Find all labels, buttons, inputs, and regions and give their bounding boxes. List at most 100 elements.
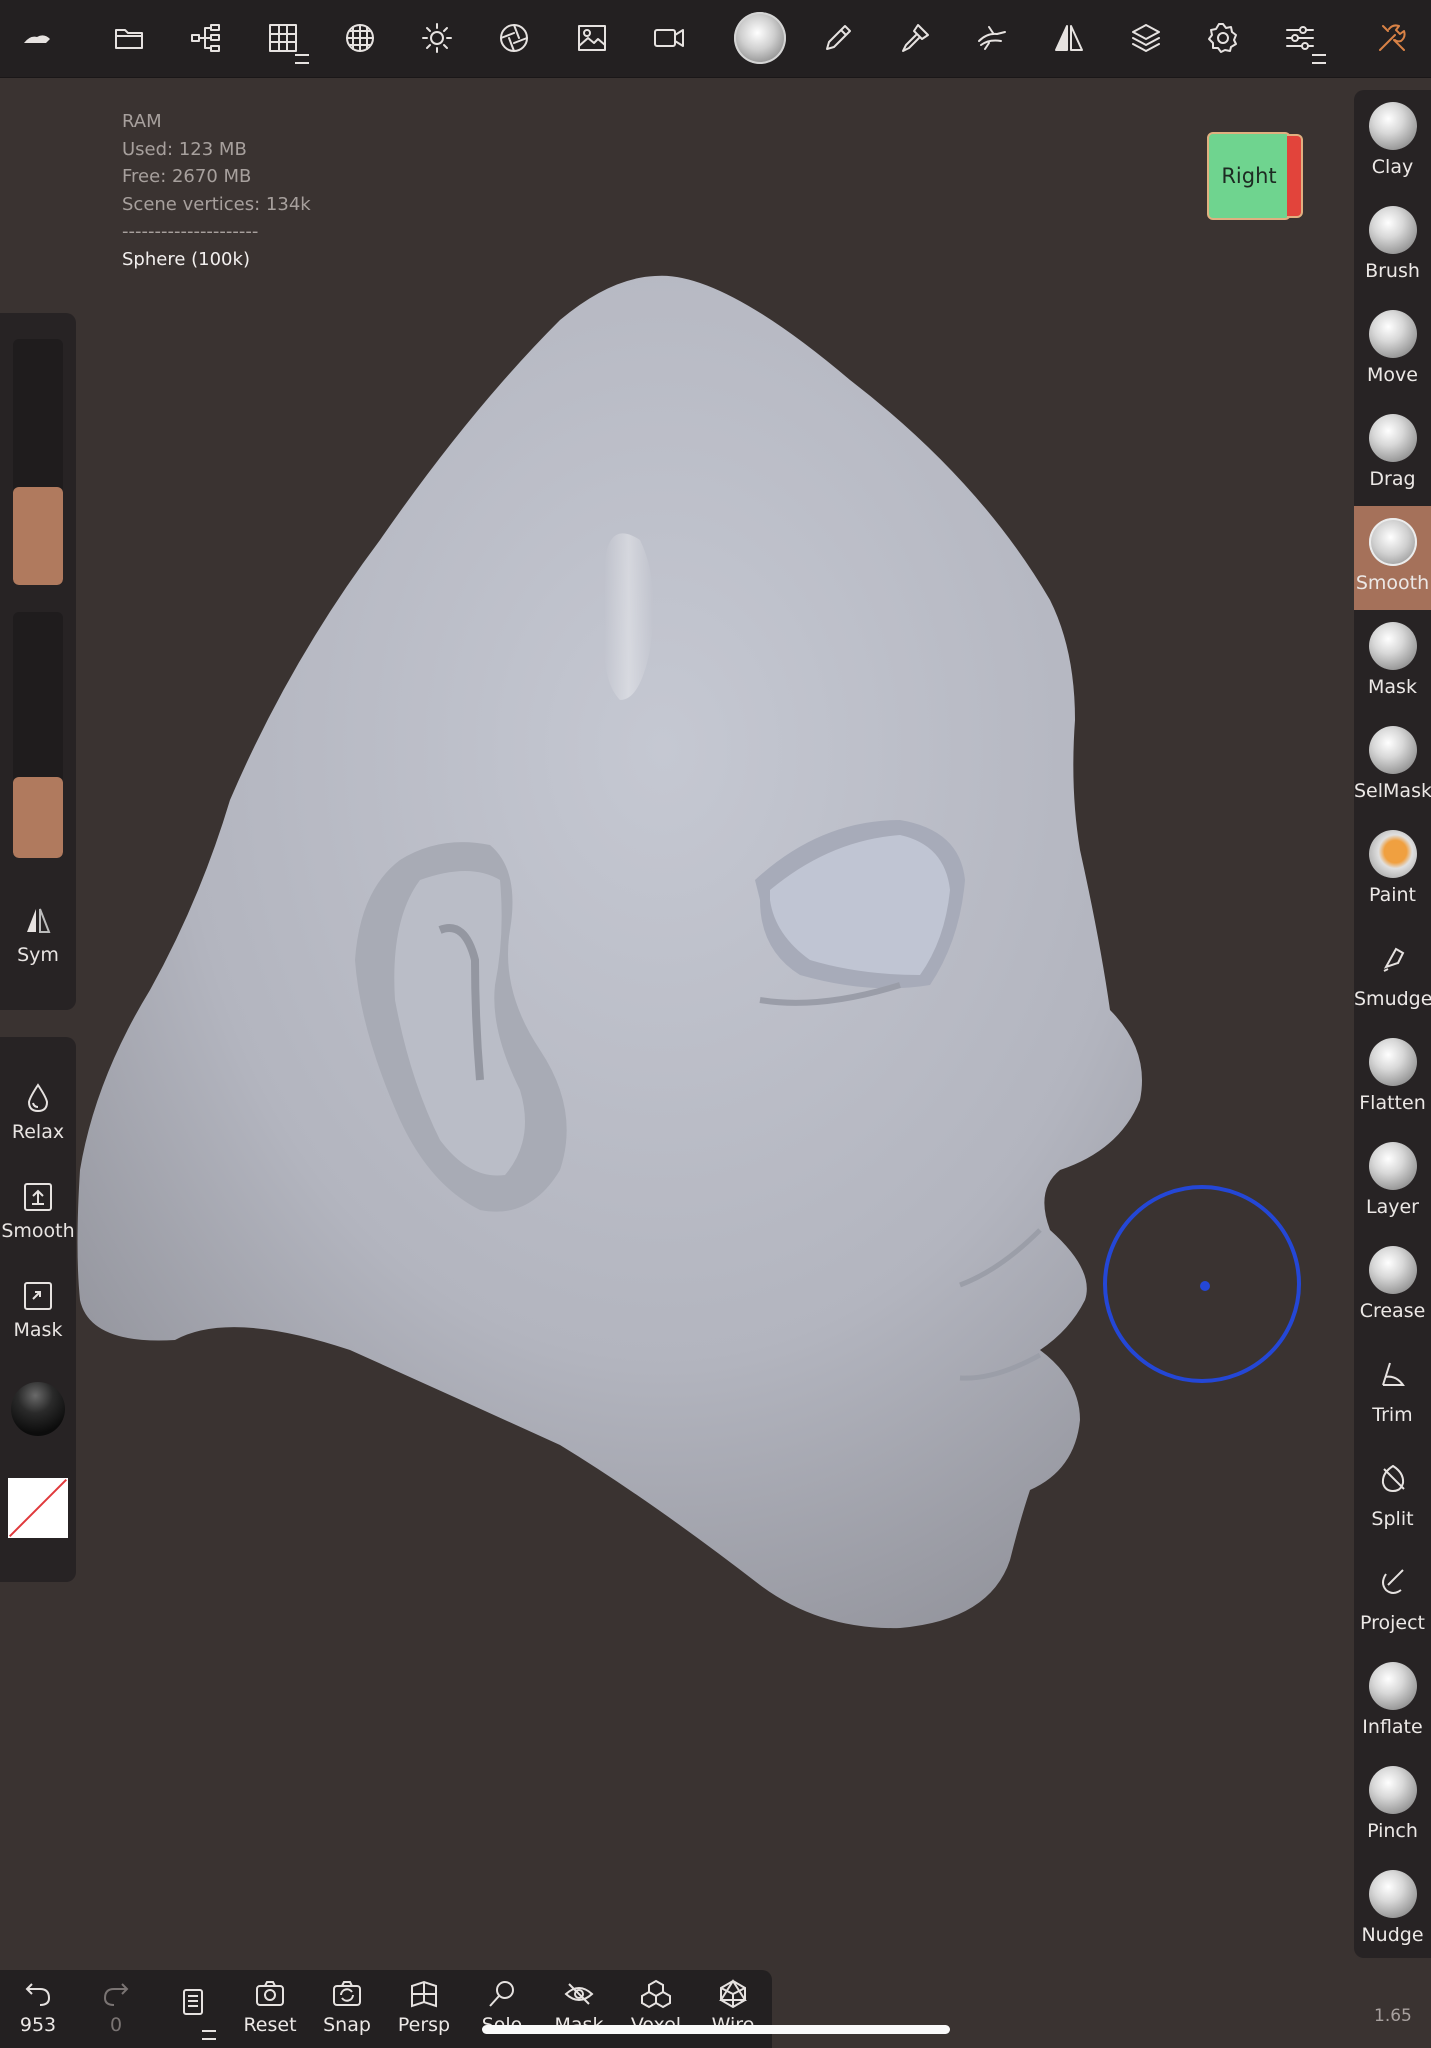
tool-mask[interactable]: Mask [1354,610,1431,714]
tool-label: Inflate [1362,1716,1423,1738]
radius-slider[interactable] [13,339,63,585]
tools-icon[interactable] [1364,10,1420,66]
reset-camera-button[interactable]: Reset [235,1978,305,2036]
3d-viewport[interactable]: RAM Used: 123 MB Free: 2670 MB Scene ver… [0,78,1355,1970]
tool-smooth[interactable]: Smooth [1354,506,1431,610]
symmetry-toggle[interactable]: Sym [0,904,76,966]
paint-icon [1368,830,1417,878]
view-cube-side[interactable] [1287,134,1303,218]
zoom-value: 1.65 [1374,2006,1412,2026]
tool-trim[interactable]: Trim [1354,1338,1431,1442]
symmetry-label: Sym [17,944,59,966]
ram-label: RAM [122,111,162,132]
tool-label: Flatten [1359,1092,1426,1114]
separator-line: --------------------- [122,221,259,242]
logo-icon[interactable] [9,10,65,66]
magnifier-icon [489,1981,514,2007]
tool-label: Layer [1366,1196,1419,1218]
scene-tree-icon[interactable] [178,10,234,66]
droplet-icon [27,1083,49,1113]
tool-selmask[interactable]: SelMask [1354,714,1431,818]
matcap-icon[interactable] [732,10,788,66]
tool-pinch[interactable]: Pinch [1354,1754,1431,1858]
camera-reset-icon [256,1981,284,2006]
relax-button[interactable]: Relax [0,1081,76,1143]
move-icon [1368,310,1417,358]
intensity-slider[interactable] [13,612,63,858]
tool-brush[interactable]: Brush [1354,194,1431,298]
tool-project[interactable]: Project [1354,1546,1431,1650]
material-matcap-button[interactable] [11,1382,65,1436]
tool-label: Trim [1372,1404,1413,1426]
tool-layer[interactable]: Layer [1354,1130,1431,1234]
eye-slash-icon [564,1983,594,2005]
sun-icon[interactable] [409,10,465,66]
radius-slider-fill [13,486,63,585]
app-window: RAM Used: 123 MB Free: 2670 MB Scene ver… [0,0,1431,2048]
history-button[interactable] [158,1986,228,2040]
smooth-icon [1368,518,1417,566]
tool-crease[interactable]: Crease [1354,1234,1431,1338]
tool-label: Crease [1359,1300,1426,1322]
tool-move[interactable]: Move [1354,298,1431,402]
split-icon [1369,1454,1417,1502]
inflate-icon [1368,1662,1417,1710]
undo-button[interactable]: 953 [3,1978,73,2036]
perspective-icon [411,1980,437,2008]
tool-label: Smooth [1355,572,1430,594]
mask-button[interactable]: Mask [0,1279,76,1341]
paint-brush-icon[interactable] [887,10,943,66]
intensity-slider-fill [13,776,63,858]
redo-button[interactable]: 0 [81,1978,151,2036]
selected-object-name[interactable]: Sphere (100k) [122,246,311,274]
folder-icon[interactable] [101,10,157,66]
tool-flatten[interactable]: Flatten [1354,1026,1431,1130]
wireframe-sphere-icon[interactable] [332,10,388,66]
relax-label: Relax [11,1121,65,1143]
video-camera-icon[interactable] [641,10,697,66]
hand-tool-icon[interactable] [964,10,1020,66]
mask-label: Mask [13,1319,63,1341]
clay-icon [1368,102,1417,150]
flatten-icon [1368,1038,1417,1086]
tool-inflate[interactable]: Inflate [1354,1650,1431,1754]
perspective-button[interactable]: Persp [389,1978,459,2036]
view-cube[interactable]: Right [1207,130,1303,220]
aperture-icon[interactable] [486,10,542,66]
settings-gear-icon[interactable] [1195,10,1251,66]
sliders-icon[interactable] [1272,10,1328,66]
tool-label: Pinch [1367,1820,1418,1842]
redo-icon [103,1983,129,2006]
tool-clay[interactable]: Clay [1354,90,1431,194]
pen-icon[interactable] [810,10,866,66]
tool-label: Mask [1368,676,1417,698]
undo-count: 953 [19,2014,57,2036]
bottom-toolbar: 953 0 Reset Snap Persp Solo Mask [0,1970,772,2048]
tool-label: Paint [1368,884,1417,906]
layers-icon[interactable] [1118,10,1174,66]
tool-paint[interactable]: Paint [1354,818,1431,922]
smooth-button[interactable]: Smooth [0,1180,76,1242]
layer-icon [1368,1142,1417,1190]
tool-split[interactable]: Split [1354,1442,1431,1546]
top-toolbar [0,0,1431,78]
sculpt-tools-panel: Clay Brush Move Drag Smooth Mask SelMask Paint S… [1354,90,1431,1958]
view-cube-front[interactable]: Right [1207,132,1291,220]
symmetry-icon [27,908,51,933]
color-swatch-button[interactable] [8,1478,68,1538]
tool-smudge[interactable]: Smudge [1354,922,1431,1026]
grid-icon[interactable] [255,10,311,66]
tool-label: Smudge [1354,988,1431,1010]
home-indicator[interactable] [482,2025,950,2034]
mask-box-icon [24,1282,52,1310]
tool-drag[interactable]: Drag [1354,402,1431,506]
snap-button[interactable]: Snap [312,1978,382,2036]
tool-label: SelMask [1354,780,1431,802]
tool-nudge[interactable]: Nudge [1354,1858,1431,1958]
crease-icon [1368,1246,1417,1294]
project-icon [1369,1558,1417,1606]
selmask-icon [1368,726,1417,774]
image-icon[interactable] [564,10,620,66]
symmetry-icon[interactable] [1041,10,1097,66]
undo-icon [25,1983,51,2006]
